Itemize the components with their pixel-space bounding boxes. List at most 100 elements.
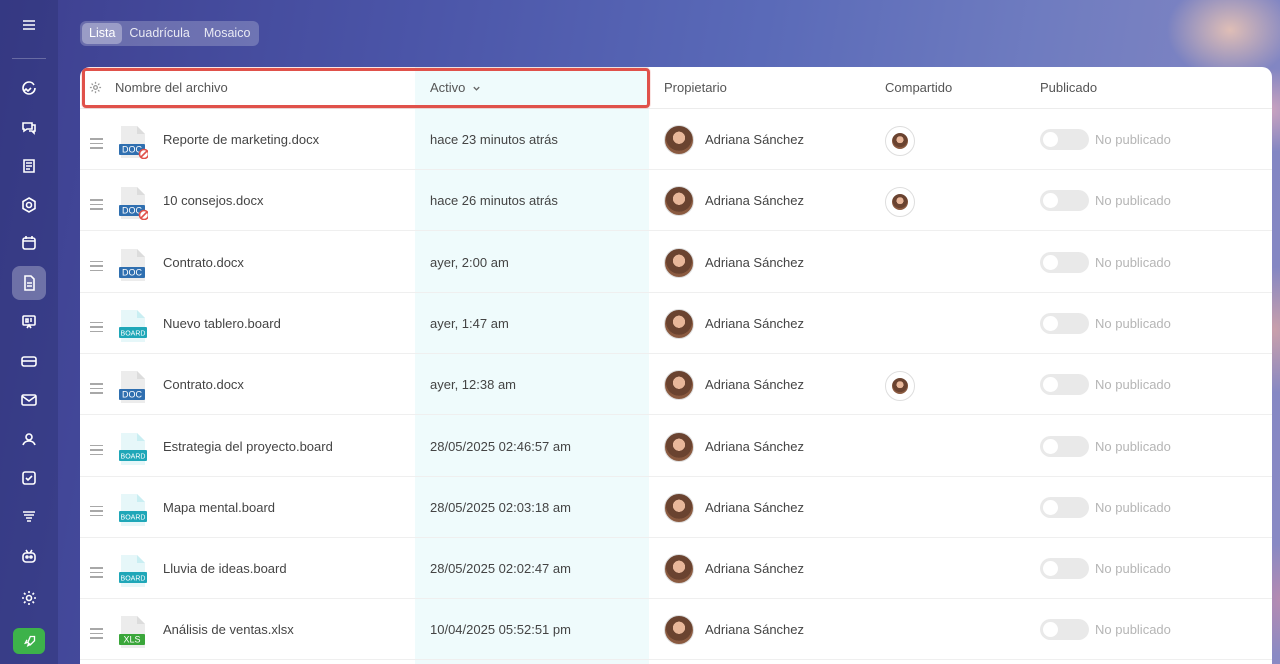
file-type-icon: DOC <box>119 126 148 159</box>
owner-name[interactable]: Adriana Sánchez <box>705 132 804 147</box>
owner-name[interactable]: Adriana Sánchez <box>705 561 804 576</box>
file-name[interactable]: Nuevo tablero.board <box>163 316 281 331</box>
file-type-icon: XLS <box>119 616 145 649</box>
view-option-mosaico[interactable]: Mosaico <box>197 23 258 44</box>
svg-text:BOARD: BOARD <box>121 576 146 583</box>
publish-toggle[interactable] <box>1040 190 1089 212</box>
robot-icon[interactable] <box>12 539 46 573</box>
table-row[interactable]: BOARD Mapa mental.board 28/05/2025 02:03… <box>80 477 1272 538</box>
file-last-active: 28/05/2025 02:46:57 am <box>430 438 571 454</box>
file-name[interactable]: Estrategia del proyecto.board <box>163 439 333 454</box>
file-name[interactable]: Mapa mental.board <box>163 500 275 515</box>
publish-toggle[interactable] <box>1040 619 1089 641</box>
header-shared[interactable]: Compartido <box>885 80 952 95</box>
table-row[interactable]: DOC 10 consejos.docx hace 26 minutos atr… <box>80 170 1272 232</box>
drag-handle-icon[interactable] <box>90 321 103 336</box>
chat-icon[interactable] <box>12 110 46 144</box>
file-name[interactable]: Contrato.docx <box>163 255 244 270</box>
owner-avatar[interactable] <box>664 308 694 339</box>
file-last-active: hace 23 minutos atrás <box>430 132 558 147</box>
table-row[interactable]: BOARD Estrategia del proyecto.board 28/0… <box>80 416 1272 477</box>
shared-user-avatar[interactable] <box>885 187 915 218</box>
publish-toggle[interactable] <box>1040 129 1089 150</box>
calendar-icon[interactable] <box>12 226 46 260</box>
svg-text:BOARD: BOARD <box>121 330 146 337</box>
publish-status: No publicado <box>1095 132 1171 147</box>
view-option-lista[interactable]: Lista <box>82 23 123 44</box>
shared-user-avatar[interactable] <box>885 126 915 156</box>
drag-handle-icon[interactable] <box>90 138 103 152</box>
rocket-icon[interactable] <box>13 628 45 654</box>
feed-icon[interactable] <box>12 71 46 105</box>
owner-name[interactable]: Adriana Sánchez <box>705 439 804 454</box>
file-type-icon: DOC <box>119 371 145 404</box>
owner-avatar[interactable] <box>664 186 694 217</box>
owner-name[interactable]: Adriana Sánchez <box>705 377 804 392</box>
sidebar-divider <box>12 58 46 59</box>
owner-avatar[interactable] <box>664 554 694 585</box>
drag-handle-icon[interactable] <box>90 505 103 520</box>
table-row[interactable]: DOC Contrato.docx ayer, 12:38 am Adriana… <box>80 354 1272 416</box>
owner-name[interactable]: Adriana Sánchez <box>705 316 804 331</box>
owner-name[interactable]: Adriana Sánchez <box>705 500 804 515</box>
drag-handle-icon[interactable] <box>90 444 103 459</box>
drag-handle-icon[interactable] <box>90 628 103 642</box>
owner-name[interactable]: Adriana Sánchez <box>705 622 804 637</box>
table-row[interactable]: DOC Reporte de marketing.docx hace 23 mi… <box>80 109 1272 170</box>
drag-handle-icon[interactable] <box>90 260 103 275</box>
drive-icon[interactable] <box>12 344 46 378</box>
publish-toggle[interactable] <box>1040 374 1089 396</box>
contacts-icon[interactable] <box>12 422 46 456</box>
svg-text:DOC: DOC <box>122 390 143 400</box>
drag-handle-icon[interactable] <box>90 383 103 397</box>
file-last-active: 10/04/2025 05:52:51 pm <box>430 622 571 638</box>
owner-name[interactable]: Adriana Sánchez <box>705 193 804 208</box>
boards-icon[interactable] <box>12 305 46 339</box>
tasks-doc-icon[interactable] <box>12 149 46 183</box>
disk-icon[interactable] <box>12 188 46 222</box>
menu-icon[interactable] <box>12 8 46 42</box>
file-name[interactable]: Contrato.docx <box>163 377 244 392</box>
file-name[interactable]: Lluvia de ideas.board <box>163 561 287 576</box>
drag-handle-icon[interactable] <box>90 567 103 581</box>
publish-status: No publicado <box>1095 622 1171 638</box>
owner-avatar[interactable] <box>664 125 694 155</box>
svg-text:BOARD: BOARD <box>121 514 146 521</box>
publish-toggle[interactable] <box>1040 312 1089 334</box>
shared-user-avatar[interactable] <box>885 371 915 402</box>
publish-toggle[interactable] <box>1040 435 1089 457</box>
owner-avatar[interactable] <box>664 247 694 278</box>
file-name[interactable]: 10 consejos.docx <box>163 193 263 208</box>
owner-avatar[interactable] <box>664 615 694 646</box>
table-row[interactable]: XLS Análisis de ventas.xlsx 10/04/2025 0… <box>80 599 1272 661</box>
table-row[interactable]: BOARD Nuevo tablero.board ayer, 1:47 am … <box>80 293 1272 354</box>
header-published[interactable]: Publicado <box>1040 80 1097 95</box>
owner-name[interactable]: Adriana Sánchez <box>705 255 804 270</box>
table-row[interactable]: DOC Contrato.docx ayer, 2:00 am Adriana … <box>80 232 1272 293</box>
drag-handle-icon[interactable] <box>90 199 103 213</box>
owner-avatar[interactable] <box>664 492 694 523</box>
owner-avatar[interactable] <box>664 370 694 401</box>
file-name[interactable]: Reporte de marketing.docx <box>163 132 319 147</box>
mail-icon[interactable] <box>12 383 46 417</box>
file-name[interactable]: Análisis de ventas.xlsx <box>163 622 294 637</box>
publish-status: No publicado <box>1095 377 1171 393</box>
table-row[interactable]: BOARD Lluvia de ideas.board 28/05/2025 0… <box>80 538 1272 600</box>
publish-status: No publicado <box>1095 561 1171 577</box>
owner-avatar[interactable] <box>664 431 694 462</box>
checklist-icon[interactable] <box>12 461 46 495</box>
header-owner[interactable]: Propietario <box>664 80 727 95</box>
file-type-icon: DOC <box>119 187 148 221</box>
publish-toggle[interactable] <box>1040 496 1089 518</box>
view-option-cuadricula[interactable]: Cuadrícula <box>122 23 196 44</box>
view-mode-switch: Lista Cuadrícula Mosaico <box>80 21 260 46</box>
filter-icon[interactable] <box>12 500 46 534</box>
publish-toggle[interactable] <box>1040 251 1089 273</box>
file-last-active: ayer, 2:00 am <box>430 254 509 270</box>
settings-icon[interactable] <box>12 581 46 615</box>
file-type-icon: BOARD <box>119 493 147 526</box>
documents-icon[interactable] <box>12 266 46 300</box>
publish-toggle[interactable] <box>1040 558 1089 580</box>
files-table: Nombre del archivo Activo Propietario Co… <box>80 67 1272 664</box>
svg-text:XLS: XLS <box>123 635 140 645</box>
